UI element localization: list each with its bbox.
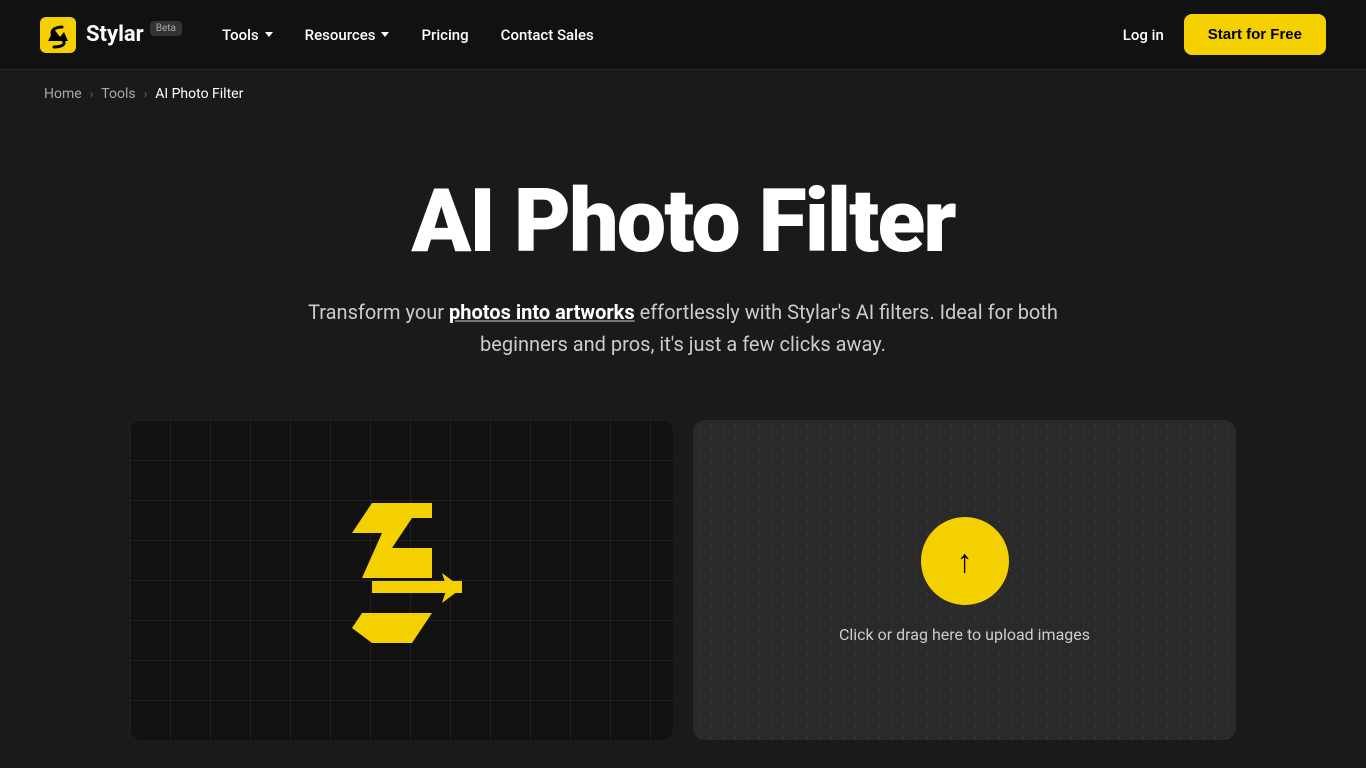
nav-resources[interactable]: Resources <box>305 26 390 44</box>
nav-pricing[interactable]: Pricing <box>421 26 468 44</box>
logo-area[interactable]: Stylar Beta <box>40 17 182 53</box>
breadcrumb-separator-2: › <box>144 87 148 101</box>
navbar-left: Stylar Beta Tools Resources Pricing Cont… <box>40 17 594 53</box>
navbar-right: Log in Start for Free <box>1123 14 1326 55</box>
navbar: Stylar Beta Tools Resources Pricing Cont… <box>0 0 1366 70</box>
breadcrumb-tools[interactable]: Tools <box>101 86 135 102</box>
start-free-button[interactable]: Start for Free <box>1184 14 1326 55</box>
breadcrumb: Home › Tools › AI Photo Filter <box>0 70 1366 118</box>
nav-links: Tools Resources Pricing Contact Sales <box>222 26 594 44</box>
beta-badge: Beta <box>150 21 182 36</box>
hero-subtitle-highlight: photos into artworks <box>449 300 635 324</box>
upload-arrow-icon: ↑ <box>957 545 973 577</box>
upload-prompt-text: Click or drag here to upload images <box>839 625 1090 644</box>
hero-subtitle-before: Transform your <box>308 300 449 324</box>
demo-preview-panel <box>130 420 673 740</box>
demo-area: ↑ Click or drag here to upload images <box>0 420 1366 740</box>
breadcrumb-current: AI Photo Filter <box>155 86 243 102</box>
login-link[interactable]: Log in <box>1123 26 1164 44</box>
hero-title: AI Photo Filter <box>40 178 1326 266</box>
resources-chevron-down-icon <box>381 32 389 37</box>
stylar-s-logo <box>302 488 502 672</box>
breadcrumb-home[interactable]: Home <box>44 86 82 102</box>
stylar-logo-icon <box>40 17 76 53</box>
nav-tools[interactable]: Tools <box>222 26 273 44</box>
upload-icon-circle: ↑ <box>921 517 1009 605</box>
tools-chevron-down-icon <box>265 32 273 37</box>
hero-subtitle: Transform your photos into artworks effo… <box>303 296 1063 360</box>
nav-contact-sales[interactable]: Contact Sales <box>501 26 594 44</box>
breadcrumb-separator-1: › <box>90 87 94 101</box>
upload-panel[interactable]: ↑ Click or drag here to upload images <box>693 420 1236 740</box>
hero-section: AI Photo Filter Transform your photos in… <box>0 118 1366 410</box>
brand-name: Stylar <box>86 22 144 47</box>
